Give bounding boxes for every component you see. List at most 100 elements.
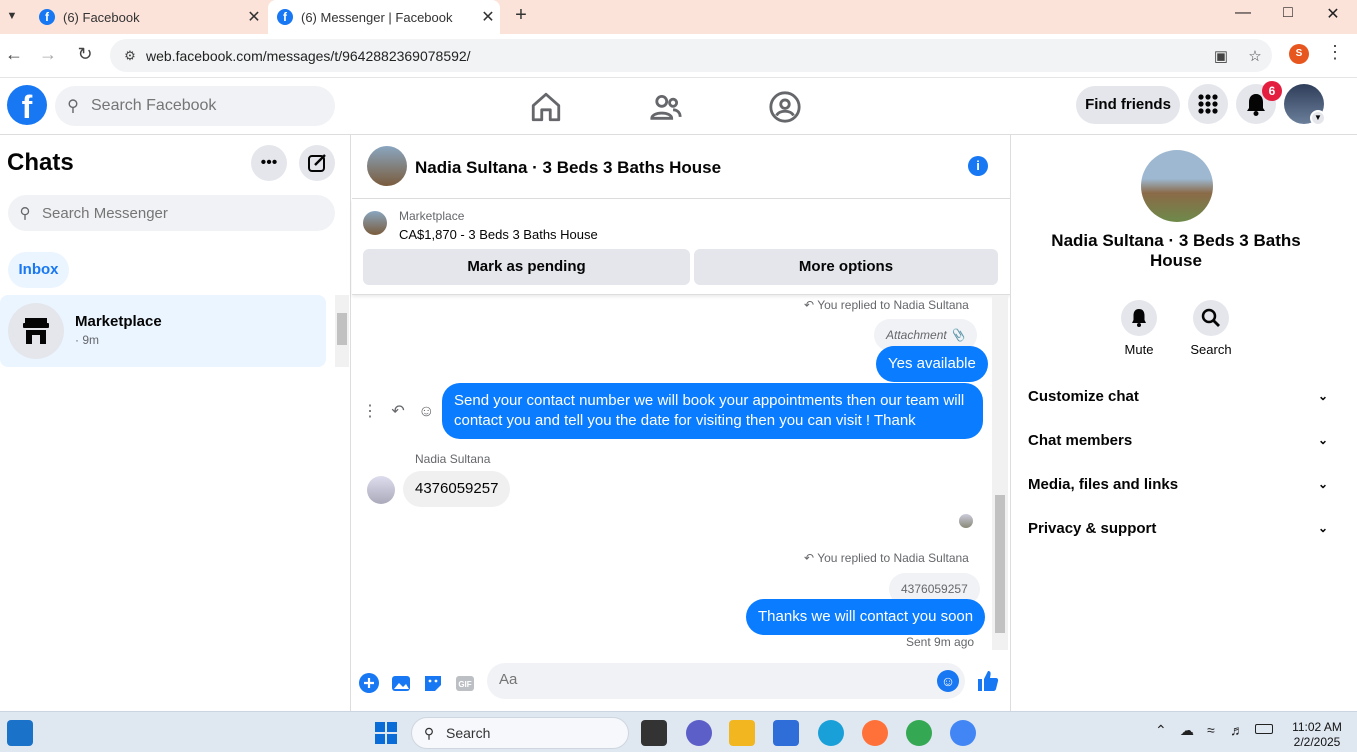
- friends-icon[interactable]: [649, 90, 683, 124]
- chat-time: · 9m: [75, 333, 99, 347]
- task-view-icon[interactable]: [641, 720, 667, 746]
- chevron-down-icon: ⌄: [1317, 521, 1328, 535]
- message-input[interactable]: [499, 671, 919, 688]
- new-tab-button[interactable]: +: [510, 4, 532, 27]
- section-media-files-links[interactable]: Media, files and links ⌄: [1028, 472, 1328, 496]
- search-conversation-button[interactable]: Search: [1181, 300, 1241, 357]
- volume-icon[interactable]: ♬: [1230, 722, 1244, 738]
- forward-icon[interactable]: →: [36, 44, 60, 65]
- reload-icon[interactable]: ↻: [73, 44, 97, 65]
- sender-name: Nadia Sultana: [415, 452, 491, 466]
- taskbar-search[interactable]: ⚲ Search: [411, 717, 629, 749]
- marketplace-listing-bar: Marketplace CA$1,870 - 3 Beds 3 Baths Ho…: [352, 199, 1010, 295]
- bell-icon: [1121, 300, 1157, 336]
- chrome-icon[interactable]: [906, 720, 932, 746]
- marketplace-shop-icon: [23, 318, 49, 344]
- compose-icon: [308, 154, 326, 172]
- chats-title: Chats: [7, 149, 74, 176]
- facebook-search[interactable]: ⚲: [55, 86, 335, 126]
- browser-menu-icon[interactable]: ⋮: [1325, 42, 1345, 63]
- reply-arrow-icon: ↶: [804, 298, 815, 312]
- emoji-icon[interactable]: ☺: [937, 670, 959, 692]
- more-icon[interactable]: ⋮: [362, 403, 378, 420]
- close-tab-icon[interactable]: ✕: [476, 7, 500, 27]
- battery-icon[interactable]: [1255, 724, 1273, 734]
- facebook-favicon-icon: f: [39, 9, 55, 25]
- edge-icon[interactable]: [818, 720, 844, 746]
- chat-app-icon[interactable]: [686, 720, 712, 746]
- firefox-icon[interactable]: [862, 720, 888, 746]
- seen-avatar: [959, 514, 973, 528]
- groups-icon[interactable]: [768, 90, 802, 124]
- close-window-icon[interactable]: ✕: [1318, 4, 1348, 24]
- message-bubble[interactable]: Send your contact number we will book yo…: [442, 383, 983, 439]
- new-message-button[interactable]: [299, 145, 335, 181]
- install-app-icon[interactable]: ▣: [1204, 47, 1238, 65]
- bookmark-star-icon[interactable]: ☆: [1238, 47, 1272, 65]
- search-icon: [1193, 300, 1229, 336]
- menu-button[interactable]: [1188, 84, 1228, 124]
- back-icon[interactable]: ←: [2, 44, 26, 65]
- messenger-search-input[interactable]: [42, 204, 312, 222]
- url-text[interactable]: web.facebook.com/messages/t/964288236907…: [146, 48, 1204, 64]
- omnibox[interactable]: ⚙ web.facebook.com/messages/t/9642882369…: [110, 39, 1272, 72]
- messenger-search[interactable]: ⚲: [8, 195, 335, 231]
- message-bubble[interactable]: Thanks we will contact you soon: [746, 599, 986, 635]
- minimize-icon[interactable]: —: [1228, 4, 1258, 22]
- gif-icon[interactable]: GIF: [454, 672, 476, 694]
- facebook-logo-icon[interactable]: f: [7, 85, 47, 125]
- chrome-profile-icon[interactable]: [950, 720, 976, 746]
- tab-inbox[interactable]: Inbox: [8, 252, 69, 288]
- tray-chevron-up-icon[interactable]: ⌃: [1155, 722, 1167, 739]
- section-chat-members[interactable]: Chat members ⌄: [1028, 428, 1328, 452]
- chevron-down-icon: ⌄: [1317, 389, 1328, 403]
- taskbar-clock[interactable]: 11:02 AM 2/2/2025: [1282, 720, 1352, 750]
- message-bubble[interactable]: Yes available: [876, 346, 988, 382]
- tab-search-icon[interactable]: ▼: [2, 6, 22, 26]
- account-avatar[interactable]: ▼: [1284, 84, 1326, 126]
- browser-tab-facebook[interactable]: f (6) Facebook ✕: [30, 0, 266, 34]
- mute-button[interactable]: Mute: [1109, 300, 1169, 357]
- browser-profile-avatar[interactable]: S: [1289, 44, 1309, 64]
- info-icon[interactable]: i: [968, 156, 988, 176]
- home-icon[interactable]: [529, 90, 563, 124]
- file-explorer-icon[interactable]: [729, 720, 755, 746]
- listing-title[interactable]: CA$1,870 - 3 Beds 3 Baths House: [399, 227, 598, 242]
- conversation-title[interactable]: Nadia Sultana · 3 Beds 3 Baths House: [415, 158, 721, 178]
- plus-icon[interactable]: [358, 672, 380, 694]
- reply-icon[interactable]: ↶: [391, 403, 404, 420]
- chevron-down-icon: ▼: [1310, 110, 1326, 126]
- chat-list-scrollbar[interactable]: [335, 295, 349, 367]
- browser-tab-messenger[interactable]: f (6) Messenger | Facebook ✕: [268, 0, 500, 34]
- details-scrollbar[interactable]: [1341, 135, 1357, 711]
- details-avatar[interactable]: [1141, 150, 1213, 222]
- chat-list-item[interactable]: Marketplace · 9m: [0, 295, 326, 367]
- store-icon[interactable]: [773, 720, 799, 746]
- widgets-icon[interactable]: [7, 720, 33, 746]
- listing-thumbnail[interactable]: [363, 211, 387, 235]
- chat-options-button[interactable]: •••: [251, 145, 287, 181]
- section-privacy-support[interactable]: Privacy & support ⌄: [1028, 516, 1328, 540]
- more-options-button[interactable]: More options: [694, 249, 998, 285]
- message-bubble[interactable]: 4376059257: [403, 471, 511, 507]
- facebook-header: f ⚲ Find friends 6 ▼: [0, 78, 1357, 135]
- message-input-box[interactable]: ☺: [487, 663, 965, 699]
- section-customize-chat[interactable]: Customize chat ⌄: [1028, 384, 1328, 408]
- sender-avatar[interactable]: [367, 476, 395, 504]
- maximize-icon[interactable]: □: [1273, 4, 1303, 22]
- photo-icon[interactable]: [390, 672, 412, 694]
- mark-as-pending-button[interactable]: Mark as pending: [363, 249, 690, 285]
- conversation-avatar[interactable]: [367, 146, 407, 186]
- find-friends-button[interactable]: Find friends: [1076, 86, 1180, 124]
- sticker-icon[interactable]: [422, 672, 444, 694]
- wifi-icon[interactable]: ≈: [1207, 722, 1215, 738]
- grid-menu-icon: [1198, 94, 1218, 114]
- cloud-icon[interactable]: ☁: [1180, 722, 1194, 739]
- message-scrollbar[interactable]: [992, 295, 1008, 650]
- react-icon[interactable]: ☺: [418, 403, 434, 420]
- thumbs-up-icon[interactable]: [976, 669, 1000, 693]
- close-tab-icon[interactable]: ✕: [242, 7, 266, 27]
- facebook-search-input[interactable]: [91, 97, 311, 115]
- windows-start-icon[interactable]: [373, 720, 399, 746]
- site-info-icon[interactable]: ⚙: [114, 48, 146, 64]
